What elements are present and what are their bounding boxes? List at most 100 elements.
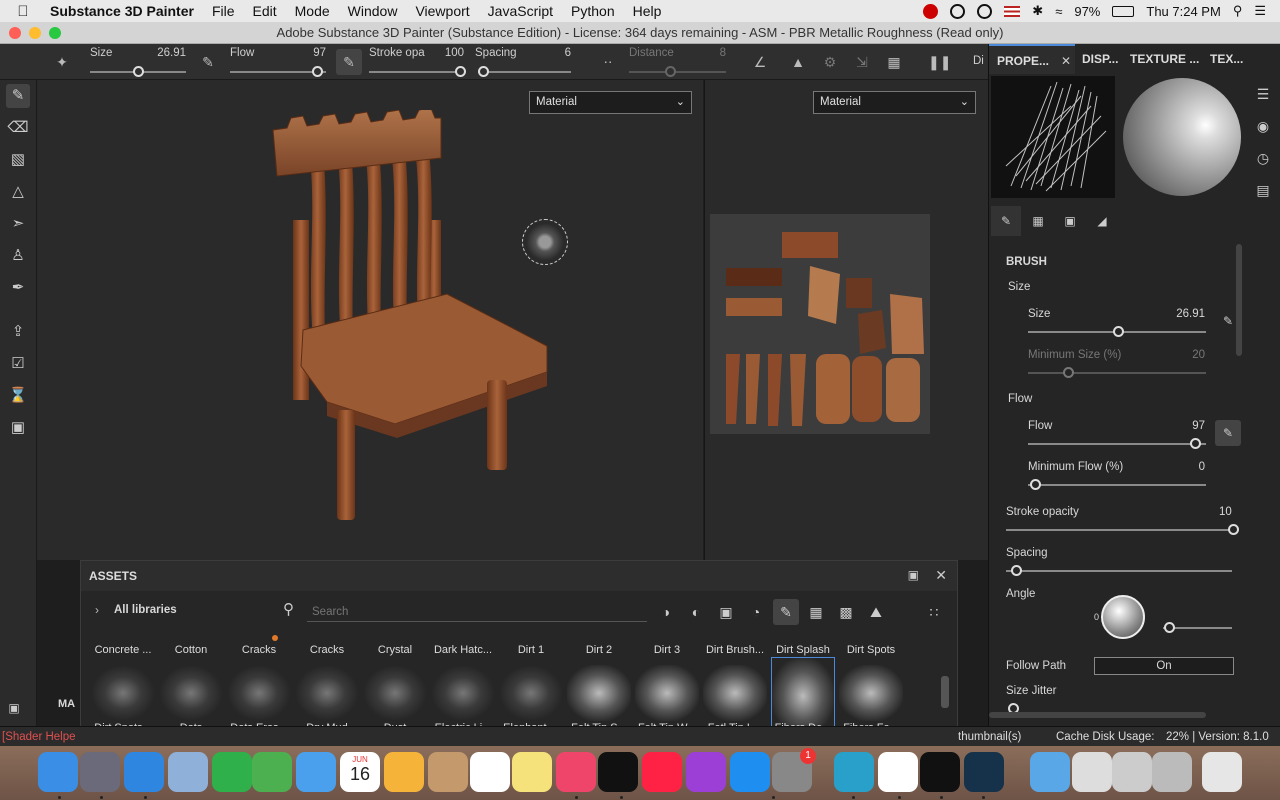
toolbar-size-knob[interactable] <box>133 66 144 77</box>
properties-scrollbar[interactable] <box>1236 244 1242 356</box>
menu-file[interactable]: File <box>203 3 244 19</box>
subtab-stencil-icon[interactable]: ◢ <box>1087 206 1117 236</box>
flow-pen-pressure-icon[interactable]: ✎ <box>336 49 362 75</box>
asset-thumbnail[interactable] <box>363 665 427 721</box>
symmetry-axis-icon[interactable]: ⇲ <box>852 52 872 72</box>
apple-menu-icon[interactable]:  <box>0 3 46 20</box>
size-value[interactable]: 26.91 <box>1159 308 1205 320</box>
filter-alpha-icon[interactable]: ▩ <box>835 601 857 623</box>
clock[interactable]: Thu 7:24 PM <box>1146 4 1220 19</box>
flow-pen-pressure-icon[interactable]: ✎ <box>1215 420 1241 446</box>
toolbar-spacing-value[interactable]: 6 <box>535 47 571 59</box>
asset-thumbnail[interactable] <box>159 665 223 721</box>
subtab-material-icon[interactable]: ▦ <box>1023 206 1053 236</box>
spotlight-icon[interactable]: ⚲ <box>1233 3 1243 19</box>
filter-brush-icon[interactable]: ✎ <box>773 599 799 625</box>
wifi-icon[interactable]: ≈ <box>1055 4 1062 19</box>
tab-texture-set-settings[interactable]: TEX... <box>1210 52 1243 66</box>
properties-hscrollbar[interactable] <box>989 712 1206 718</box>
menu-viewport[interactable]: Viewport <box>406 3 478 19</box>
asset-thumbnail[interactable] <box>431 665 495 721</box>
follow-path-toggle[interactable]: On <box>1094 657 1234 675</box>
lazy-mouse-icon[interactable]: ⋅⋅ <box>598 52 618 72</box>
asset-item[interactable]: Crystal <box>361 644 429 656</box>
library-expand-chevron-icon[interactable]: › <box>95 603 99 617</box>
dock-music-icon[interactable] <box>556 752 596 792</box>
toolbar-flow-knob[interactable] <box>312 66 323 77</box>
toolbar-size-value[interactable]: 26.91 <box>150 47 186 59</box>
filter-environment-icon[interactable]: ⛰ <box>865 601 887 623</box>
menu-javascript[interactable]: JavaScript <box>479 3 562 19</box>
tab-display-settings[interactable]: DISP... <box>1082 52 1118 66</box>
size-slider-knob[interactable] <box>1113 326 1124 337</box>
symmetry-icon[interactable]: ▲ <box>788 52 808 72</box>
filter-material-icon[interactable]: ▣ <box>715 601 737 623</box>
filter-smart-mask-icon[interactable]: ◐ <box>685 601 707 623</box>
menu-python[interactable]: Python <box>562 3 624 19</box>
min-flow-value[interactable]: 0 <box>1159 461 1205 473</box>
dock-screenshot-icon[interactable] <box>1112 752 1152 792</box>
measure-tool-icon[interactable]: ▣ <box>6 416 30 440</box>
smudge-tool-icon[interactable]: ➣ <box>6 212 30 236</box>
asset-item[interactable]: Cotton <box>157 644 225 656</box>
brush-stroke-sphere-preview[interactable] <box>1123 78 1241 196</box>
tab-properties[interactable]: PROPE... ✕ <box>989 44 1075 74</box>
assets-search-input[interactable] <box>307 602 647 622</box>
toolbar-spacing-knob[interactable] <box>478 66 489 77</box>
toolbar-stroke-slider[interactable] <box>369 71 464 73</box>
toolbar-spacing-slider[interactable] <box>478 71 571 73</box>
tab-texture-set-list[interactable]: TEXTURE ... <box>1130 52 1199 66</box>
asset-item[interactable]: Cracks <box>293 644 361 656</box>
asset-item[interactable]: Dark Hatc... <box>429 644 497 656</box>
symmetry-pin-icon[interactable]: ✦ <box>52 52 72 72</box>
log-icon[interactable]: ▤ <box>1253 182 1273 202</box>
asset-item[interactable]: Dirt 2 <box>565 644 633 656</box>
dock-notes-icon[interactable] <box>512 752 552 792</box>
input-flag-icon[interactable] <box>1004 5 1021 17</box>
dock-messages-icon[interactable] <box>296 752 336 792</box>
asset-item[interactable]: Concrete ... <box>89 644 157 656</box>
symmetry-plane-icon[interactable]: ⚙ <box>820 52 840 72</box>
min-flow-slider-knob[interactable] <box>1030 479 1041 490</box>
filter-generator-icon[interactable]: ◔ <box>745 601 767 623</box>
uv-texture-sheet[interactable] <box>710 214 930 434</box>
control-center-icon[interactable]: ☰ <box>1254 3 1266 19</box>
clone-tool-icon[interactable]: ♙ <box>6 244 30 268</box>
viewport-2d-display-select[interactable]: Material ⌄ <box>813 91 976 114</box>
dock-launchpad-icon[interactable] <box>80 752 120 792</box>
spacing-slider-knob[interactable] <box>1011 565 1022 576</box>
dock-photos-icon[interactable] <box>384 752 424 792</box>
dock-maps-icon[interactable] <box>252 752 292 792</box>
menu-window[interactable]: Window <box>339 3 407 19</box>
dock-mixamo-icon[interactable] <box>834 752 874 792</box>
minimize-window-button[interactable] <box>29 27 41 39</box>
size-pen-pressure-icon[interactable]: ✎ <box>198 52 218 72</box>
dock-system-preferences-icon[interactable]: 1 <box>772 748 816 792</box>
menu-help[interactable]: Help <box>624 3 671 19</box>
hourglass-tool-icon[interactable]: ⌛ <box>6 384 30 408</box>
dock-gitkraken-icon[interactable] <box>964 752 1004 792</box>
dock-folder-icon[interactable] <box>1030 752 1070 792</box>
menu-mode[interactable]: Mode <box>286 3 339 19</box>
dock-app-store-icon[interactable] <box>730 752 770 792</box>
creative-cloud-icon[interactable] <box>923 3 939 19</box>
dock-contacts-icon[interactable] <box>428 752 468 792</box>
assets-close-icon[interactable]: ✕ <box>935 567 947 584</box>
asset-thumbnail[interactable] <box>567 665 631 721</box>
dock-chrome-icon[interactable] <box>878 752 918 792</box>
stroke-opacity-knob[interactable] <box>1228 524 1239 535</box>
layers-icon[interactable]: ☰ <box>1253 86 1273 106</box>
polygon-fill-tool-icon[interactable]: △ <box>6 180 30 204</box>
2d-uv-viewport[interactable]: Material ⌄ <box>704 80 988 560</box>
symmetry-reset-icon[interactable]: ▦ <box>884 52 904 72</box>
assets-dock-icon[interactable]: ▣ <box>908 568 919 582</box>
dock-screenshot-icon[interactable] <box>1152 752 1192 792</box>
subtab-brush[interactable]: ✎ <box>991 206 1021 236</box>
stroke-opacity-value[interactable]: 10 <box>1219 506 1232 518</box>
asset-thumbnail[interactable] <box>839 665 903 721</box>
spacing-slider[interactable] <box>1006 570 1232 572</box>
timer-icon[interactable] <box>977 3 993 19</box>
asset-thumbnail[interactable] <box>635 665 699 721</box>
asset-thumbnail[interactable] <box>91 665 155 721</box>
dock-trash-icon[interactable] <box>1202 752 1242 792</box>
